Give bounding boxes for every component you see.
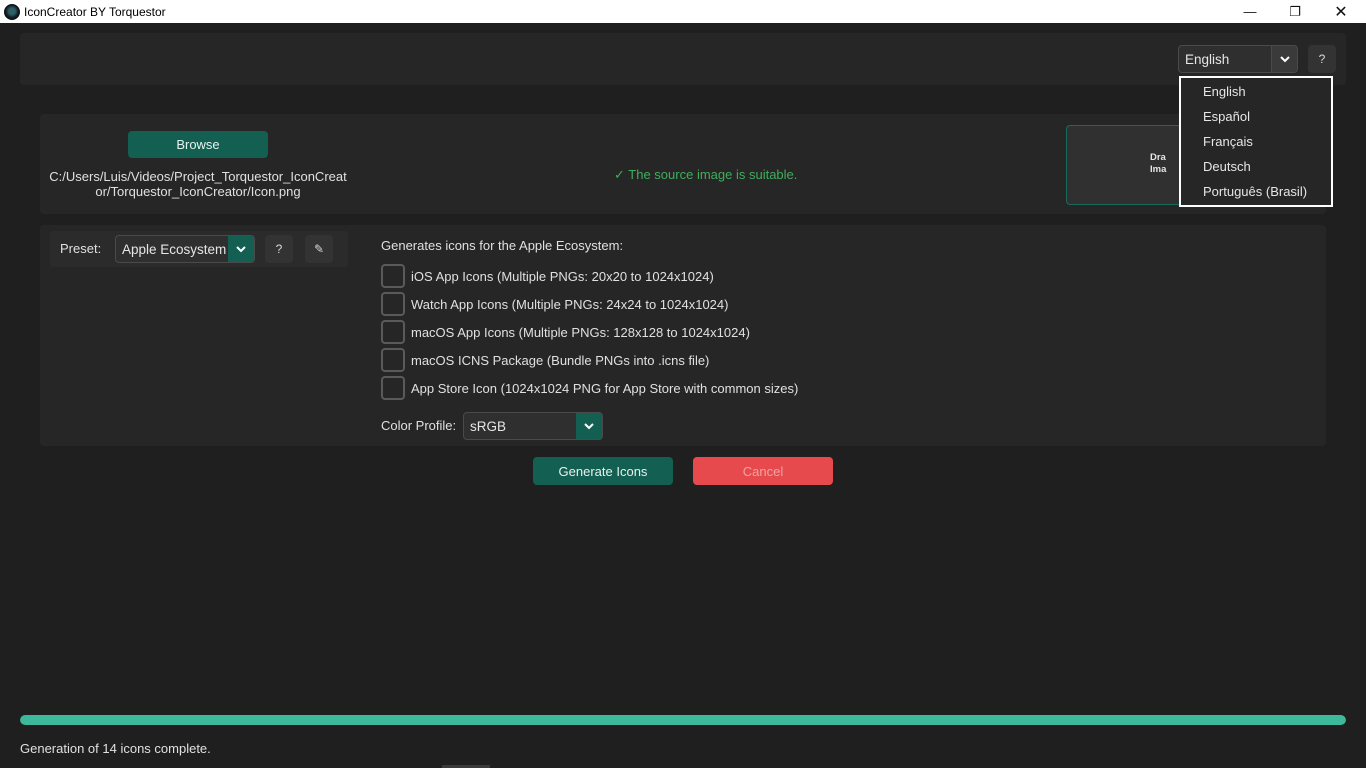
language-option-francais[interactable]: Français [1203, 134, 1253, 149]
language-select-value: English [1185, 51, 1230, 67]
checkbox[interactable] [381, 376, 405, 400]
checkbox[interactable] [381, 292, 405, 316]
option-macos-icns-package[interactable]: macOS ICNS Package (Bundle PNGs into .ic… [381, 348, 709, 372]
source-status: ✓ The source image is suitable. [614, 167, 797, 183]
checkbox-label: App Store Icon (1024x1024 PNG for App St… [411, 380, 799, 396]
option-watch-app-icons[interactable]: Watch App Icons (Multiple PNGs: 24x24 to… [381, 292, 728, 316]
option-app-store-icon[interactable]: App Store Icon (1024x1024 PNG for App St… [381, 376, 798, 400]
source-path-line-1: C:/Users/Luis/Videos/Project_Torquestor_… [49, 169, 347, 184]
progress-bar-fill [20, 715, 1346, 725]
checkbox[interactable] [381, 348, 405, 372]
generate-icons-button[interactable]: Generate Icons [533, 457, 673, 485]
restore-icon: ❐ [1289, 3, 1301, 19]
preset-select-value: Apple Ecosystem [122, 241, 227, 257]
language-option-portugues-brasil[interactable]: Português (Brasil) [1203, 184, 1307, 199]
color-profile-value: sRGB [470, 418, 507, 434]
header-panel [20, 33, 1346, 85]
chevron-down-icon[interactable] [1271, 46, 1297, 72]
preset-label: Preset: [60, 241, 102, 256]
checkbox-label: macOS ICNS Package (Bundle PNGs into .ic… [411, 352, 710, 368]
option-macos-app-icons[interactable]: macOS App Icons (Multiple PNGs: 128x128 … [381, 320, 750, 344]
minimize-button[interactable]: — [1227, 0, 1273, 23]
checkbox-label: macOS App Icons (Multiple PNGs: 128x128 … [411, 324, 750, 340]
status-message: Generation of 14 icons complete. [20, 741, 211, 756]
window-title: IconCreator BY Torquestor [24, 4, 166, 19]
progress-bar [20, 715, 1346, 725]
cancel-button[interactable]: Cancel [693, 457, 833, 485]
preset-select[interactable]: Apple Ecosystem [115, 235, 255, 263]
language-dropdown: English Español Français Deutsch Portugu… [1179, 76, 1333, 207]
checkbox-label: Watch App Icons (Multiple PNGs: 24x24 to… [411, 296, 729, 312]
color-profile-label: Color Profile: [381, 418, 457, 433]
close-button[interactable]: ✕ [1318, 0, 1364, 23]
browse-button[interactable]: Browse [128, 131, 268, 158]
checkbox-label: iOS App Icons (Multiple PNGs: 20x20 to 1… [411, 268, 714, 284]
option-ios-app-icons[interactable]: iOS App Icons (Multiple PNGs: 20x20 to 1… [381, 264, 714, 288]
preset-edit-button[interactable]: ✎ [305, 235, 333, 263]
language-option-deutsch[interactable]: Deutsch [1203, 159, 1251, 174]
chevron-down-icon[interactable] [576, 413, 602, 439]
source-status-message: The source image is suitable. [628, 167, 798, 182]
preset-help-button[interactable]: ? [265, 235, 293, 263]
preset-description: Generates icons for the Apple Ecosystem: [381, 238, 624, 253]
checkbox[interactable] [381, 264, 405, 288]
pencil-icon: ✎ [313, 242, 325, 256]
minimize-icon: — [1243, 4, 1257, 19]
color-profile-select[interactable]: sRGB [463, 412, 603, 440]
maximize-button[interactable]: ❐ [1272, 0, 1318, 23]
title-bar: IconCreator BY Torquestor — ❐ ✕ [0, 0, 1366, 23]
language-option-english[interactable]: English [1203, 84, 1246, 99]
check-icon: ✓ [614, 167, 625, 182]
app-icon [4, 3, 20, 20]
language-option-espanol[interactable]: Español [1203, 109, 1250, 124]
source-path-line-2: or/Torquestor_IconCreator/Icon.png [95, 184, 301, 199]
chevron-down-icon[interactable] [228, 236, 254, 262]
language-select[interactable]: English [1178, 45, 1298, 73]
checkbox[interactable] [381, 320, 405, 344]
close-icon: ✕ [1334, 3, 1348, 21]
source-path: C:/Users/Luis/Videos/Project_Torquestor_… [48, 169, 348, 199]
help-button[interactable]: ? [1308, 45, 1336, 73]
